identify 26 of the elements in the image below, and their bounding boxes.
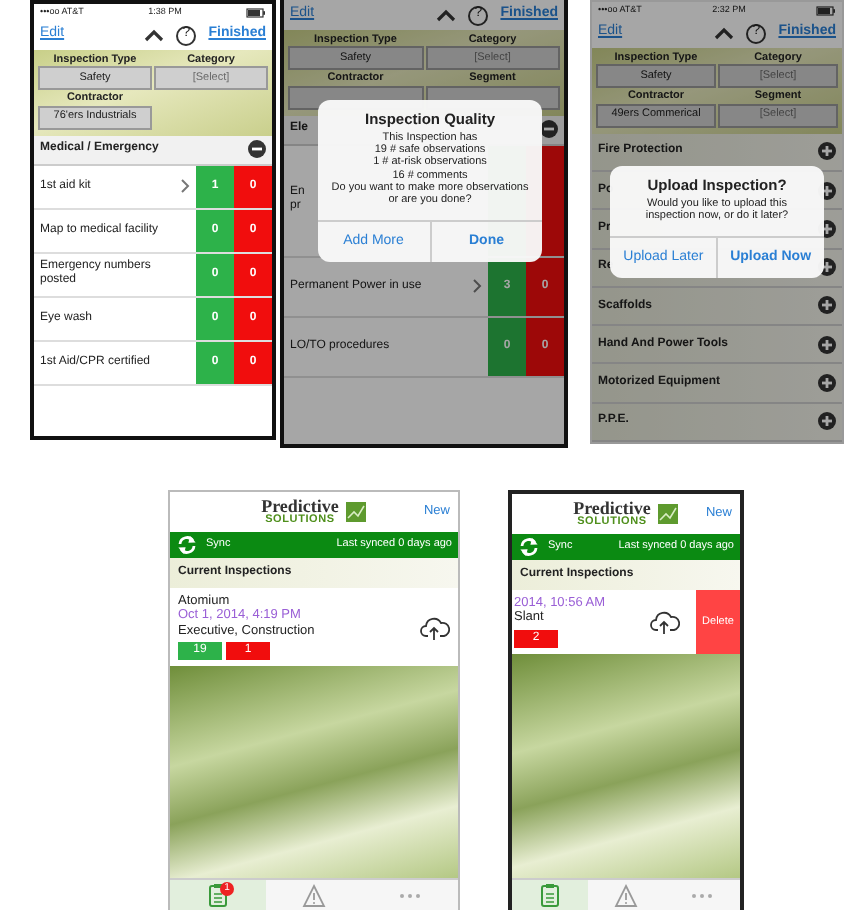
chevron-up-icon[interactable] <box>714 25 735 41</box>
expand-icon[interactable] <box>818 142 836 161</box>
expand-icon[interactable] <box>818 374 836 393</box>
collapse-icon[interactable] <box>248 140 266 159</box>
battery-icon <box>245 7 266 17</box>
logo-icon <box>346 502 367 522</box>
more-icon <box>398 891 422 899</box>
logo-icon <box>658 504 679 524</box>
cloud-upload-icon[interactable] <box>650 607 680 636</box>
clipboard-icon <box>208 882 228 908</box>
more-icon <box>690 891 714 899</box>
logo-wordmark: Predictive <box>261 497 339 516</box>
tab-button[interactable] <box>512 880 588 910</box>
expand-icon[interactable] <box>818 412 836 431</box>
sync-icon[interactable] <box>518 536 540 558</box>
clipboard-icon <box>540 882 560 908</box>
cloud-upload-icon[interactable] <box>420 613 450 642</box>
warning-icon <box>302 883 326 907</box>
sync-icon[interactable] <box>176 534 198 556</box>
warning-icon <box>614 883 638 907</box>
logo-wordmark: Predictive <box>573 499 651 518</box>
expand-icon[interactable] <box>818 335 836 354</box>
chevron-up-icon[interactable] <box>436 7 457 23</box>
chevron-up-icon[interactable] <box>144 27 165 43</box>
expand-icon[interactable] <box>818 296 836 315</box>
battery-icon <box>815 5 836 15</box>
